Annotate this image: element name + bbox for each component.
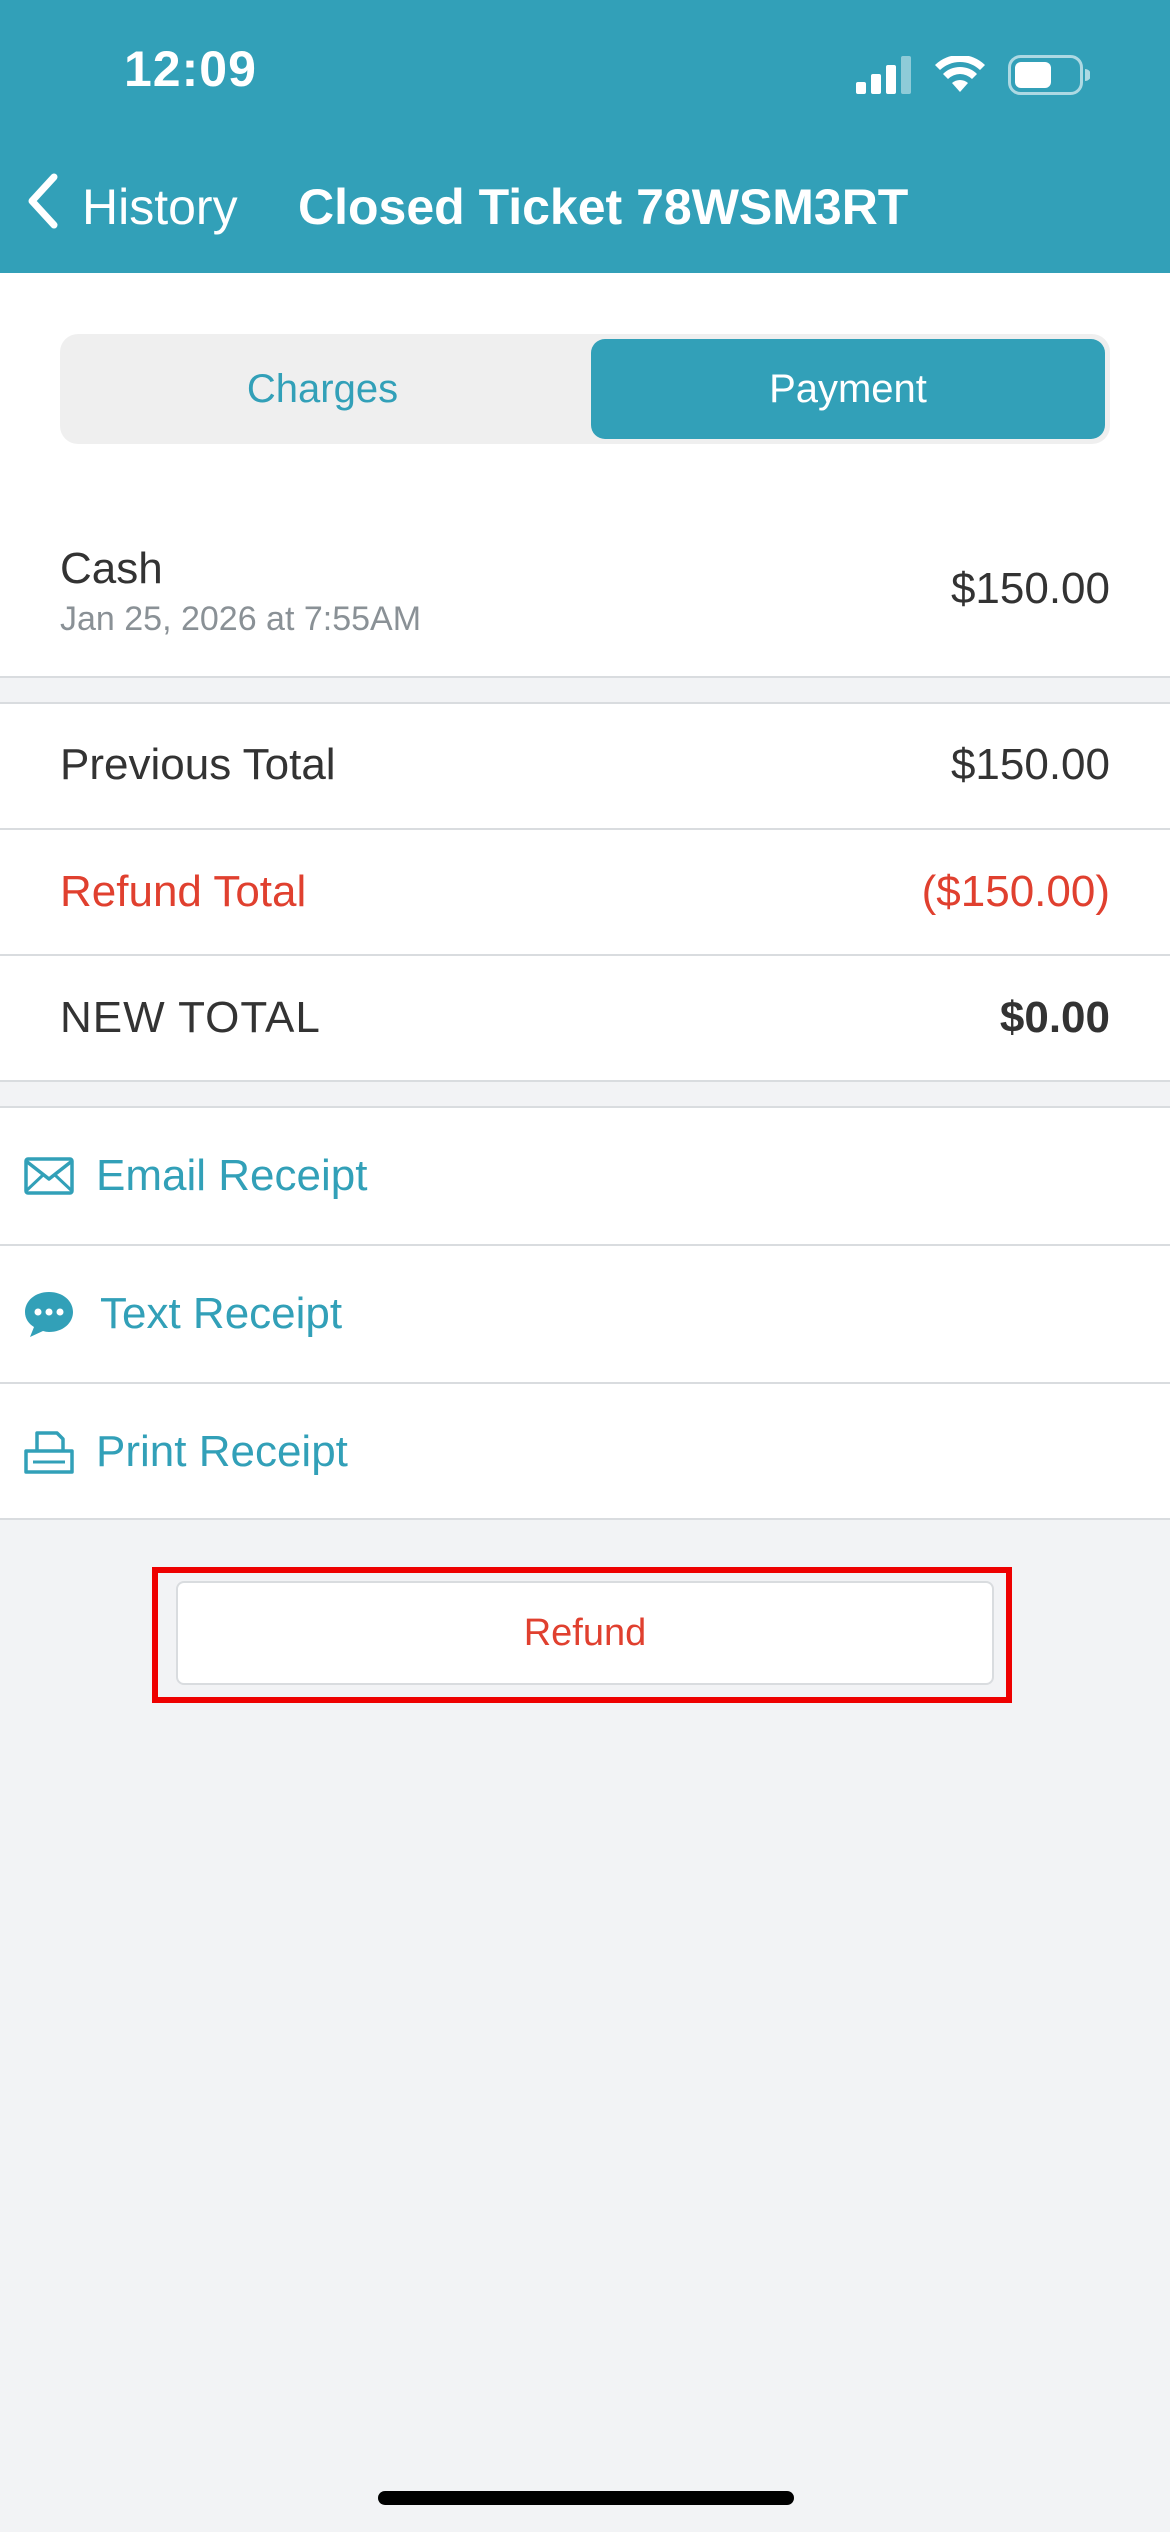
print-receipt-label: Print Receipt <box>96 1427 348 1476</box>
totals-section: Previous Total $150.00 Refund Total ($15… <box>0 702 1170 1082</box>
divider <box>0 676 1170 678</box>
tab-payment[interactable]: Payment <box>591 339 1105 439</box>
cellular-signal-icon <box>856 55 912 99</box>
chat-bubble-icon <box>22 1287 76 1341</box>
chevron-left-icon <box>24 171 64 243</box>
battery-icon <box>1008 54 1091 100</box>
refund-button[interactable]: Refund <box>176 1581 994 1685</box>
payment-method: Cash <box>60 544 163 593</box>
tab-charges[interactable]: Charges <box>60 334 585 444</box>
refund-total-value: ($150.00) <box>921 867 1110 916</box>
print-receipt-button[interactable]: Print Receipt <box>0 1384 1170 1520</box>
app-header: 12:09 History Closed Ticket 78WSM3RT <box>0 0 1170 273</box>
back-label: History <box>82 179 238 235</box>
new-total-value: $0.00 <box>999 993 1110 1042</box>
text-receipt-label: Text Receipt <box>100 1289 343 1338</box>
new-total-label: NEW TOTAL <box>60 993 321 1042</box>
receipt-options: Email Receipt Text Receipt Print Receipt <box>0 1106 1170 1520</box>
status-time: 12:09 <box>124 41 257 97</box>
text-receipt-button[interactable]: Text Receipt <box>0 1246 1170 1382</box>
segmented-control: Charges Payment <box>60 334 1110 444</box>
previous-total-row: Previous Total $150.00 <box>0 702 1170 828</box>
email-receipt-label: Email Receipt <box>96 1151 368 1200</box>
refund-total-label: Refund Total <box>60 867 307 916</box>
status-icons <box>856 52 1091 102</box>
envelope-icon <box>22 1149 76 1203</box>
divider <box>0 1080 1170 1082</box>
wifi-icon <box>934 54 986 99</box>
divider <box>0 1518 1170 1520</box>
email-receipt-button[interactable]: Email Receipt <box>0 1108 1170 1244</box>
printer-icon <box>22 1425 76 1479</box>
payment-date: Jan 25, 2026 at 7:55AM <box>60 600 422 638</box>
payment-amount: $150.00 <box>950 564 1110 613</box>
refund-total-row: Refund Total ($150.00) <box>0 829 1170 955</box>
back-button[interactable]: History <box>24 172 238 242</box>
payment-row: Cash Jan 25, 2026 at 7:55AM $150.00 <box>0 520 1170 678</box>
previous-total-value: $150.00 <box>950 740 1110 789</box>
page-title: Closed Ticket 78WSM3RT <box>298 179 909 235</box>
home-indicator[interactable] <box>378 2491 794 2505</box>
new-total-row: NEW TOTAL $0.00 <box>0 955 1170 1081</box>
previous-total-label: Previous Total <box>60 740 336 789</box>
